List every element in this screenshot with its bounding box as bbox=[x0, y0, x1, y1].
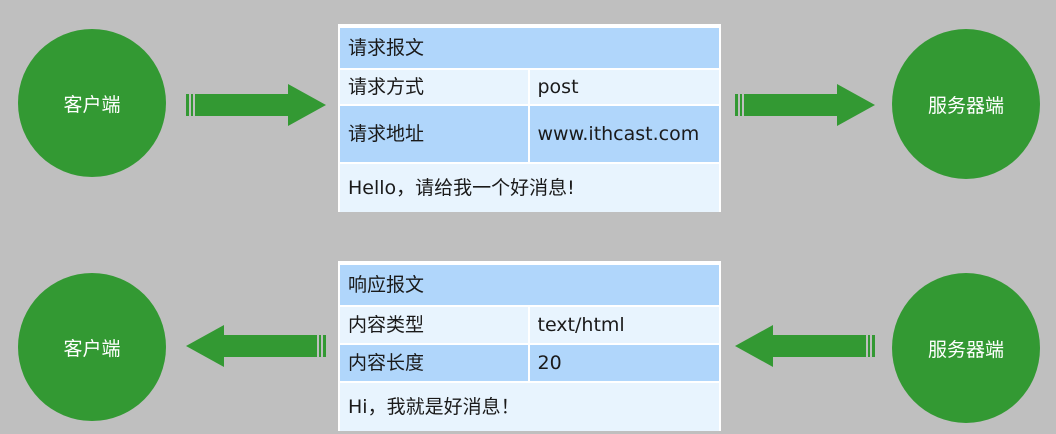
response-title: 响应报文 bbox=[340, 265, 719, 307]
client-node-request: 客户端 bbox=[18, 29, 166, 177]
client-label: 客户端 bbox=[63, 337, 121, 360]
response-message: 响应报文 内容类型 text/html 内容长度 20 Hi，我就是好消息！ bbox=[338, 261, 721, 431]
request-url-value: www.ithcast.com bbox=[529, 106, 719, 164]
response-table: 响应报文 内容类型 text/html 内容长度 20 Hi，我就是好消息！ bbox=[340, 265, 719, 431]
server-node-response: 服务器端 bbox=[892, 273, 1040, 423]
content-length-value: 20 bbox=[529, 345, 719, 383]
table-row: 请求方式 post bbox=[340, 70, 719, 106]
request-title: 请求报文 bbox=[340, 28, 719, 70]
arrow-left-icon bbox=[186, 325, 326, 367]
client-label: 客户端 bbox=[63, 93, 121, 116]
content-length-key: 内容长度 bbox=[340, 345, 530, 383]
table-row: 内容长度 20 bbox=[340, 345, 719, 383]
request-method-value: post bbox=[529, 70, 719, 106]
arrow-left-icon bbox=[735, 325, 875, 367]
response-body: Hi，我就是好消息！ bbox=[340, 383, 719, 431]
content-type-value: text/html bbox=[529, 307, 719, 345]
request-body: Hello，请给我一个好消息! bbox=[340, 164, 719, 212]
arrow-right-icon bbox=[735, 84, 875, 126]
server-label: 服务器端 bbox=[927, 94, 1004, 117]
content-type-key: 内容类型 bbox=[340, 307, 530, 345]
table-row: 内容类型 text/html bbox=[340, 307, 719, 345]
table-row: 请求地址 www.ithcast.com bbox=[340, 106, 719, 164]
request-url-key: 请求地址 bbox=[340, 106, 530, 164]
request-table: 请求报文 请求方式 post 请求地址 www.ithcast.com Hell… bbox=[340, 28, 719, 212]
server-node-request: 服务器端 bbox=[892, 29, 1040, 179]
request-method-key: 请求方式 bbox=[340, 70, 530, 106]
request-message: 请求报文 请求方式 post 请求地址 www.ithcast.com Hell… bbox=[338, 24, 721, 212]
server-label: 服务器端 bbox=[927, 338, 1004, 361]
arrow-right-icon bbox=[186, 84, 326, 126]
client-node-response: 客户端 bbox=[18, 273, 166, 421]
